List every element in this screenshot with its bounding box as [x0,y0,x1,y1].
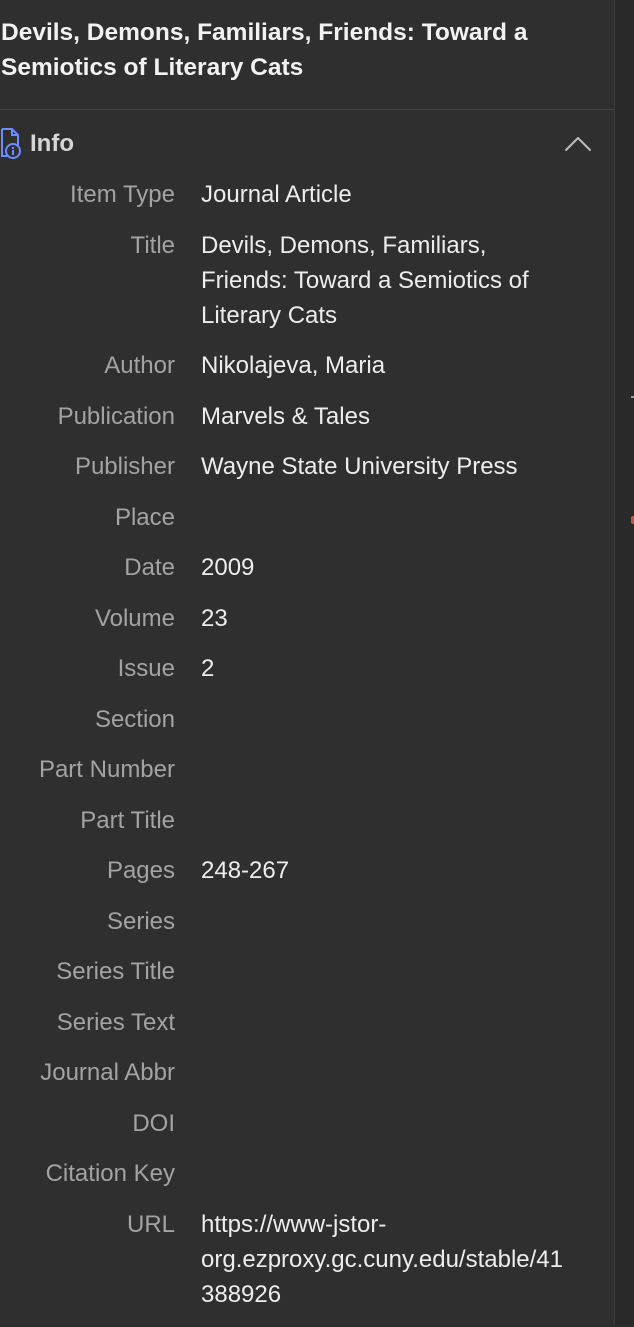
field-row-title: Title Devils, Demons, Familiars, Friends… [0,228,614,333]
field-row-series-text: Series Text [0,1005,614,1040]
field-label: Publication [57,402,175,430]
field-value-place[interactable] [201,500,571,535]
field-label: Title [130,231,175,259]
field-label: Author [104,352,175,379]
field-label: Date [124,554,175,581]
info-section-header[interactable]: Info [0,124,614,164]
field-value-pages[interactable]: 248-267 [201,853,571,888]
field-label: Series Text [56,1008,175,1036]
field-value-series-text[interactable] [201,1005,571,1040]
field-label: Issue [117,655,175,682]
field-row-part-title: Part Title [0,803,614,838]
field-row-journal-abbr: Journal Abbr [0,1055,614,1090]
field-row-series: Series [0,904,614,939]
field-value-url[interactable]: https://www-jstor-org.ezproxy.gc.cuny.ed… [201,1207,571,1312]
field-row-series-title: Series Title [0,954,614,989]
field-value-doi[interactable] [201,1106,571,1141]
info-document-icon [0,126,24,160]
field-row-author: Author Nikolajeva, Maria [0,348,614,383]
side-strip [614,0,634,1324]
field-value-issue[interactable]: 2 [201,651,571,686]
field-value-author[interactable]: Nikolajeva, Maria [201,348,571,383]
field-value-item-type[interactable]: Journal Article [201,177,571,212]
field-row-publisher: Publisher Wayne State University Press [0,449,614,484]
field-row-item-type: Item Type Journal Article [0,177,614,212]
field-row-place: Place [0,500,614,535]
field-row-citation-key: Citation Key [0,1156,614,1191]
field-label: URL [126,1210,175,1238]
item-title[interactable]: Devils, Demons, Familiars, Friends: Towa… [1,15,601,85]
header-divider [0,109,614,110]
field-label: Series Title [56,958,175,985]
field-row-url: URL https://www-jstor-org.ezproxy.gc.cun… [0,1207,614,1312]
field-row-doi: DOI [0,1106,614,1141]
field-label: DOI [132,1109,175,1137]
field-label: Part Title [80,806,175,834]
field-value-series[interactable] [201,904,571,939]
field-value-part-number[interactable] [201,752,571,787]
field-label: Pages [106,857,175,884]
field-value-part-title[interactable] [201,803,571,838]
field-row-publication: Publication Marvels & Tales [0,399,614,434]
field-label: Publisher [74,453,175,480]
field-row-issue: Issue 2 [0,651,614,686]
field-label: Series [106,907,175,935]
field-label: Place [114,503,175,531]
field-row-volume: Volume 23 [0,601,614,636]
field-value-date[interactable]: 2009 [201,550,571,585]
field-label: Volume [94,604,175,632]
field-label: Citation Key [45,1160,175,1187]
field-row-pages: Pages 248-267 [0,853,614,888]
field-row-part-number: Part Number [0,752,614,787]
section-label-info: Info [30,130,74,157]
field-label: Part Number [38,756,175,783]
field-value-section[interactable] [201,702,571,737]
field-value-citation-key[interactable] [201,1156,571,1191]
field-label: Journal Abbr [40,1059,175,1086]
field-label: Item Type [70,181,175,208]
field-value-series-title[interactable] [201,954,571,989]
field-row-date: Date 2009 [0,550,614,585]
info-fields: Item Type Journal Article Title Devils, … [0,177,614,1327]
field-value-publisher[interactable]: Wayne State University Press [201,449,571,484]
field-label: Section [94,705,175,733]
field-row-section: Section [0,702,614,737]
field-value-publication[interactable]: Marvels & Tales [201,399,571,434]
field-value-volume[interactable]: 23 [201,601,571,636]
field-value-title[interactable]: Devils, Demons, Familiars, Friends: Towa… [201,228,571,333]
field-value-journal-abbr[interactable] [201,1055,571,1090]
chevron-up-icon[interactable] [563,132,593,156]
